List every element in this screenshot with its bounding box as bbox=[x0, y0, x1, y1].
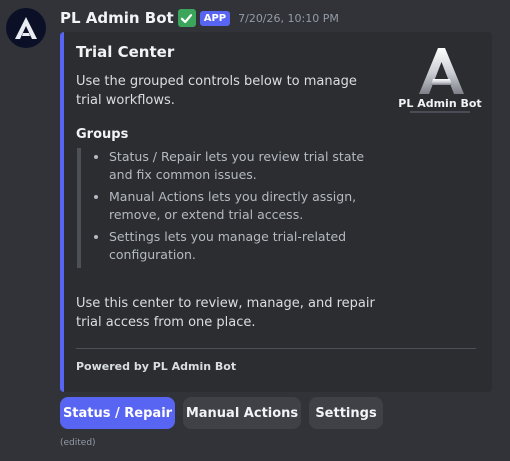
list-item: Settings lets you manage trial-related c… bbox=[109, 228, 389, 264]
embed-thumbnail[interactable]: PL Admin Bot bbox=[392, 46, 488, 116]
list-item: Status / Repair lets you review trial st… bbox=[109, 148, 389, 184]
edited-indicator: (edited) bbox=[60, 438, 96, 448]
field-name-groups: Groups bbox=[76, 127, 129, 142]
groups-list: Status / Repair lets you review trial st… bbox=[89, 148, 389, 264]
letter-a-logo-icon bbox=[419, 48, 464, 94]
bot-message: PL Admin Bot APP 7/20/26, 10:10 PM Trial… bbox=[0, 0, 510, 461]
thumbnail-bot-name: PL Admin Bot bbox=[398, 97, 482, 110]
embed-description: Use the grouped controls below to manage… bbox=[76, 74, 357, 108]
settings-button[interactable]: Settings bbox=[309, 397, 383, 429]
embed-closing-text: Use this center to review, manage, and r… bbox=[76, 296, 375, 330]
check-mark-icon bbox=[177, 9, 196, 27]
embed-footer: Powered by PL Admin Bot bbox=[76, 360, 237, 373]
app-badge: APP bbox=[199, 10, 231, 26]
embed-card: Trial Center Use the grouped controls be… bbox=[60, 32, 492, 392]
manual-actions-button[interactable]: Manual Actions bbox=[183, 397, 301, 429]
bot-avatar[interactable] bbox=[6, 8, 46, 48]
message-header: PL Admin Bot APP 7/20/26, 10:10 PM bbox=[60, 8, 339, 28]
message-timestamp[interactable]: 7/20/26, 10:10 PM bbox=[238, 12, 339, 25]
groups-blockquote: Status / Repair lets you review trial st… bbox=[77, 148, 389, 268]
list-item: Manual Actions lets you directly assign,… bbox=[109, 188, 389, 224]
thumbnail-tagline-bar bbox=[410, 111, 470, 113]
embed-title: Trial Center bbox=[76, 43, 175, 61]
author-name[interactable]: PL Admin Bot bbox=[60, 9, 174, 27]
status-repair-button[interactable]: Status / Repair bbox=[60, 397, 175, 429]
letter-a-logo-icon bbox=[15, 17, 37, 39]
embed-divider bbox=[76, 348, 476, 349]
